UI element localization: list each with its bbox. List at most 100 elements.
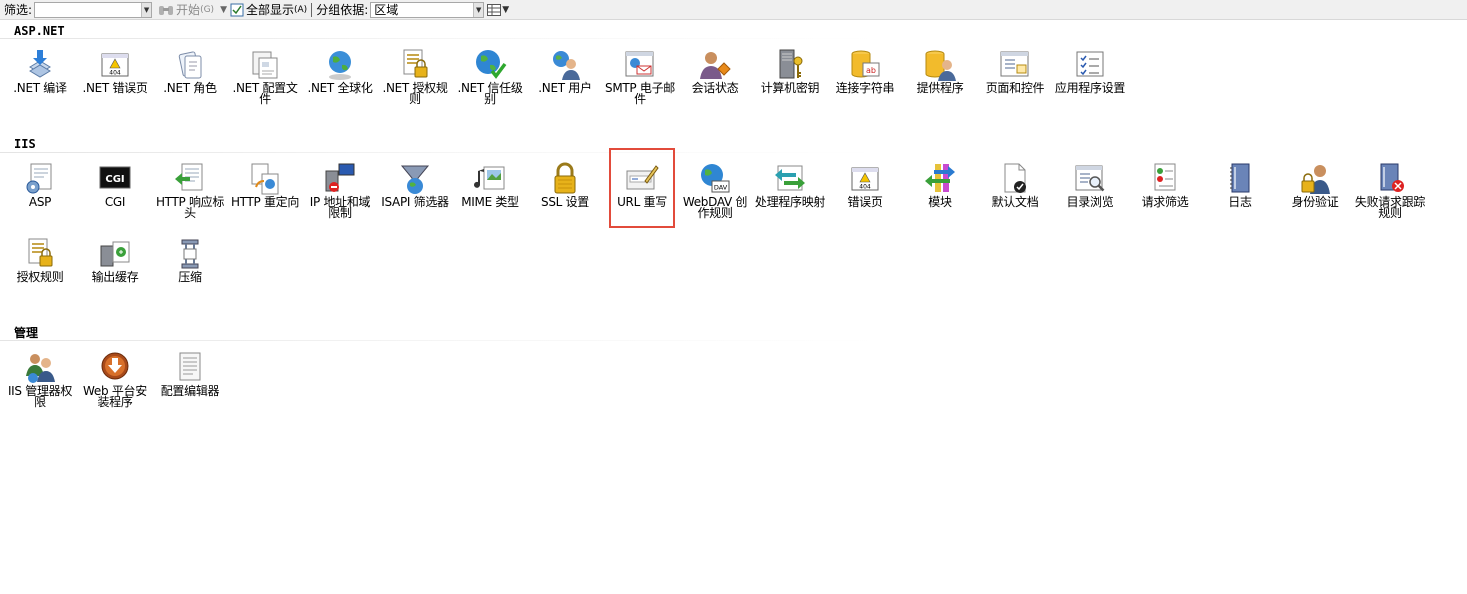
feature-directory-browsing[interactable]: 目录浏览 <box>1052 161 1128 208</box>
show-all-button[interactable]: ▼ 全部显示 (A) <box>220 1 307 18</box>
dotnet-profile-icon <box>252 51 278 79</box>
feature-iis-manager-permissions[interactable]: IIS 管理器权限 <box>2 350 78 408</box>
feature-dotnet-authorization[interactable]: .NET 授权规则 <box>377 47 453 105</box>
group-by-label: 分组依据: <box>316 3 369 17</box>
section-title-aspnet[interactable]: ASP.NET <box>14 24 65 38</box>
view-mode-button[interactable]: ▼ <box>487 3 509 16</box>
feature-authentication[interactable]: 身份验证 <box>1277 161 1353 208</box>
http-redirect-icon <box>251 163 279 195</box>
feature-compression[interactable]: 压缩 <box>152 236 228 283</box>
webdav-authoring-icon: DAV <box>701 164 730 193</box>
section-divider <box>0 340 1467 341</box>
logging-icon <box>1230 163 1250 193</box>
feature-pages-controls[interactable]: 页面和控件 <box>977 47 1053 94</box>
svg-text:ab: ab <box>866 66 876 75</box>
smtp-email-icon <box>625 51 654 77</box>
directory-browsing-icon <box>1075 165 1105 192</box>
feature-configuration-editor[interactable]: 配置编辑器 <box>152 350 228 397</box>
handler-mappings-icon <box>775 165 805 191</box>
feature-label: 页面和控件 <box>985 81 1045 95</box>
feature-default-document[interactable]: 默认文档 <box>977 161 1053 208</box>
section-title-iis[interactable]: IIS <box>14 137 36 151</box>
output-caching-icon <box>100 241 130 267</box>
feature-ssl-settings[interactable]: SSL 设置 <box>527 161 603 208</box>
feature-label: ASP <box>28 195 52 209</box>
feature-label: 日志 <box>1228 195 1252 209</box>
feature-label: .NET 用户 <box>538 81 592 95</box>
feature-dotnet-compile[interactable]: .NET 编译 <box>2 47 78 94</box>
web-platform-installer-icon <box>101 352 129 380</box>
dropdown-arrow-icon[interactable]: ▼ <box>220 5 227 15</box>
dotnet-error-page-icon: 404 <box>101 53 129 77</box>
feature-http-response-headers[interactable]: HTTP 响应标头 <box>152 161 228 219</box>
feature-isapi-filters[interactable]: ISAPI 筛选器 <box>377 161 453 208</box>
svg-text:404: 404 <box>109 70 121 77</box>
feature-label: 计算机密钥 <box>760 81 820 95</box>
feature-dotnet-roles[interactable]: .NET 角色 <box>152 47 228 94</box>
feature-label: CGI <box>104 195 126 209</box>
feature-label: .NET 错误页 <box>82 81 148 95</box>
feature-dotnet-trust-levels[interactable]: .NET 信任级别 <box>452 47 528 105</box>
feature-label: .NET 编译 <box>13 81 67 95</box>
feature-label: IIS 管理器权限 <box>7 384 73 409</box>
feature-app-settings[interactable]: 应用程序设置 <box>1052 47 1128 94</box>
mime-types-icon <box>474 166 505 190</box>
feature-dotnet-globalization[interactable]: .NET 全球化 <box>302 47 378 94</box>
feature-smtp-email[interactable]: SMTP 电子邮件 <box>602 47 678 105</box>
feature-connection-strings[interactable]: ab 连接字符串 <box>827 47 903 94</box>
feature-error-pages[interactable]: 404 错误页 <box>827 161 903 208</box>
chevron-down-icon[interactable]: ▼ <box>141 2 152 17</box>
feature-label: 请求筛选 <box>1141 195 1189 209</box>
feature-label: MIME 类型 <box>461 195 519 209</box>
feature-web-platform-installer[interactable]: Web 平台安装程序 <box>77 350 153 408</box>
feature-webdav-authoring[interactable]: DAV WebDAV 创作规则 <box>677 161 753 219</box>
dotnet-users-icon <box>553 51 580 80</box>
feature-http-redirect[interactable]: HTTP 重定向 <box>227 161 303 208</box>
feature-label: HTTP 响应标头 <box>155 195 225 220</box>
svg-text:404: 404 <box>859 184 871 191</box>
ssl-settings-icon <box>554 162 576 194</box>
start-button[interactable]: 开始 (G) <box>158 1 214 18</box>
feature-logging[interactable]: 日志 <box>1202 161 1278 208</box>
feature-label: IP 地址和域限制 <box>309 195 371 220</box>
feature-request-filtering[interactable]: 请求筛选 <box>1127 161 1203 208</box>
feature-label: 身份验证 <box>1291 195 1339 209</box>
feature-dotnet-error-pages[interactable]: 404 .NET 错误页 <box>77 47 153 94</box>
feature-cgi[interactable]: CGI CGI <box>77 161 153 208</box>
feature-modules[interactable]: 模块 <box>902 161 978 208</box>
feature-dotnet-users[interactable]: .NET 用户 <box>527 47 603 94</box>
feature-label: 失败请求跟踪规则 <box>1354 195 1426 220</box>
authorization-rules-icon <box>28 238 53 267</box>
section-title-management[interactable]: 管理 <box>14 324 38 341</box>
feature-label: 错误页 <box>847 195 883 209</box>
iis-manager-permissions-icon <box>26 354 55 383</box>
feature-label: 输出缓存 <box>91 270 139 284</box>
feature-mime-types[interactable]: MIME 类型 <box>452 161 528 208</box>
configuration-editor-icon <box>179 352 201 381</box>
feature-failed-request-tracing[interactable]: 失败请求跟踪规则 <box>1352 161 1428 219</box>
group-by-combobox[interactable]: 区域 ▼ <box>370 1 485 18</box>
feature-label: 处理程序映射 <box>754 195 826 209</box>
start-label: 开始 <box>176 3 201 17</box>
feature-ip-domain-restrictions[interactable]: IP 地址和域限制 <box>302 161 378 219</box>
feature-label: .NET 角色 <box>163 81 217 95</box>
svg-text:DAV: DAV <box>714 184 728 192</box>
feature-machine-key[interactable]: 计算机密钥 <box>752 47 828 94</box>
authentication-icon <box>1301 165 1330 194</box>
feature-asp[interactable]: ASP <box>2 161 78 208</box>
dotnet-trust-level-icon <box>476 50 507 79</box>
feature-providers[interactable]: 提供程序 <box>902 47 978 94</box>
feature-label: .NET 全球化 <box>307 81 373 95</box>
default-document-icon <box>1004 163 1026 193</box>
feature-authorization-rules[interactable]: 授权规则 <box>2 236 78 283</box>
error-pages-icon: 404 <box>851 167 879 191</box>
chevron-down-icon[interactable]: ▼ <box>502 5 509 15</box>
feature-output-caching[interactable]: 输出缓存 <box>77 236 153 283</box>
feature-session-state[interactable]: 会话状态 <box>677 47 753 94</box>
feature-dotnet-profile[interactable]: .NET 配置文件 <box>227 47 303 105</box>
dotnet-globalization-icon <box>329 51 351 80</box>
svg-text:CGI: CGI <box>105 174 124 185</box>
filter-combobox[interactable]: ▼ <box>34 1 153 18</box>
chevron-down-icon[interactable]: ▼ <box>473 2 484 17</box>
feature-handler-mappings[interactable]: 处理程序映射 <box>752 161 828 208</box>
